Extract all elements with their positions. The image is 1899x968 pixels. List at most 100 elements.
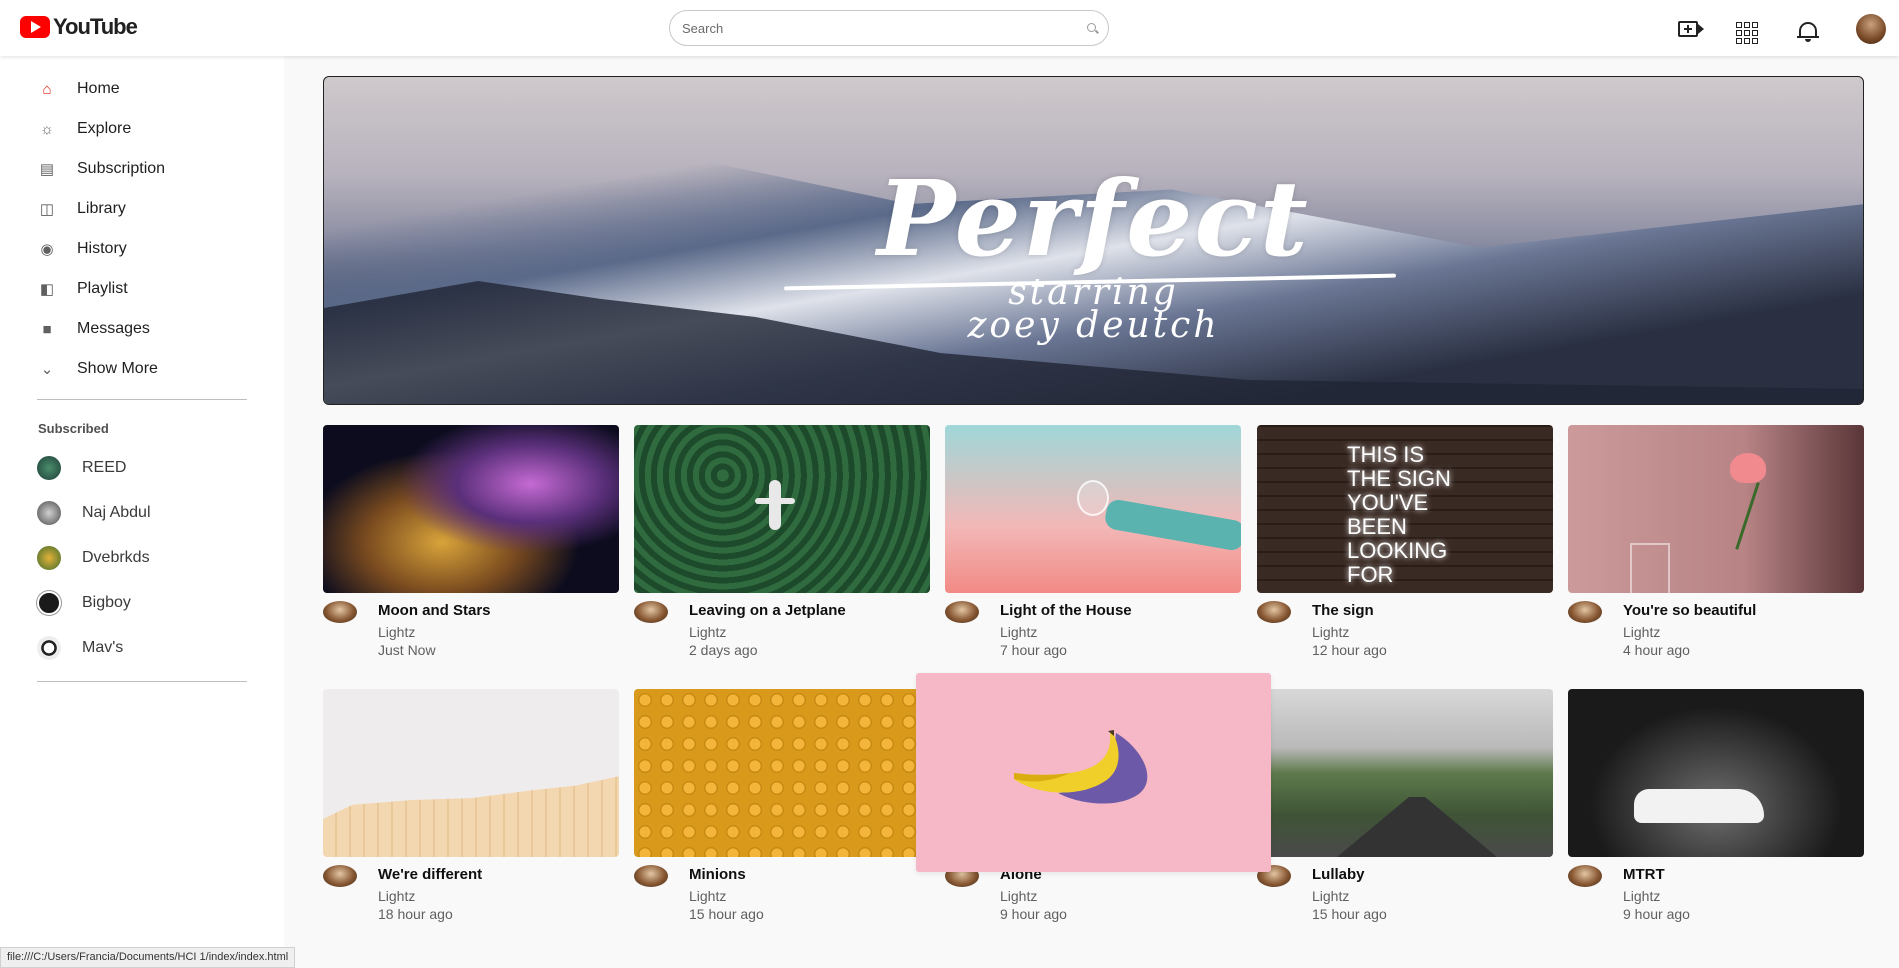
sidebar-item-label: Subscription bbox=[77, 160, 166, 177]
upload-time: 7 hour ago bbox=[1000, 642, 1067, 658]
sidebar-item-label: Home bbox=[77, 80, 120, 97]
account-avatar[interactable] bbox=[1856, 14, 1886, 44]
sidebar-divider bbox=[37, 399, 247, 400]
video-thumbnail[interactable] bbox=[634, 425, 930, 593]
channel-name[interactable]: Lightz bbox=[1623, 624, 1660, 640]
video-card[interactable]: Minions Lightz 15 hour ago bbox=[634, 689, 930, 927]
video-title[interactable]: You're so beautiful bbox=[1623, 602, 1756, 619]
sidebar-item-label: Library bbox=[77, 200, 126, 217]
video-title[interactable]: Lullaby bbox=[1312, 866, 1365, 883]
video-thumbnail[interactable] bbox=[323, 425, 619, 593]
video-card[interactable]: MTRT Lightz 9 hour ago bbox=[1568, 689, 1864, 927]
video-title[interactable]: The sign bbox=[1312, 602, 1374, 619]
playlist-icon: ◧ bbox=[39, 281, 55, 298]
upload-time: 9 hour ago bbox=[1000, 906, 1067, 922]
video-card[interactable]: We're different Lightz 18 hour ago bbox=[323, 689, 619, 927]
banana-graphic bbox=[1014, 730, 1148, 804]
car-graphic bbox=[1634, 789, 1764, 823]
channel-avatar[interactable] bbox=[945, 601, 979, 623]
video-title[interactable]: We're different bbox=[378, 866, 482, 883]
video-card[interactable]: THIS IS THE SIGN YOU'VE BEEN LOOKING FOR… bbox=[1257, 425, 1553, 663]
bell-icon[interactable] bbox=[1797, 19, 1819, 43]
sidebar-item-label: Messages bbox=[77, 320, 150, 337]
messages-icon: ■ bbox=[42, 320, 52, 338]
subscription-item-mavs[interactable]: Mav's bbox=[0, 628, 284, 668]
channel-avatar[interactable] bbox=[1568, 601, 1602, 623]
sidebar-item-history[interactable]: ◉ History bbox=[0, 229, 284, 269]
browser-status-bar: file:///C:/Users/Francia/Documents/HCI 1… bbox=[0, 947, 296, 968]
channel-name[interactable]: Lightz bbox=[1312, 888, 1349, 904]
sidebar-item-label: Playlist bbox=[77, 280, 128, 297]
video-thumbnail[interactable]: THIS IS THE SIGN YOU'VE BEEN LOOKING FOR bbox=[1257, 425, 1553, 593]
subscription-name: Bigboy bbox=[82, 594, 131, 611]
top-header: YouTube bbox=[0, 0, 1899, 56]
channel-name[interactable]: Lightz bbox=[1000, 888, 1037, 904]
video-card[interactable]: Leaving on a Jetplane Lightz 2 days ago bbox=[634, 425, 930, 663]
channel-avatar bbox=[37, 456, 61, 480]
subscribed-heading: Subscribed bbox=[38, 421, 109, 436]
library-icon: ◫ bbox=[39, 201, 55, 218]
video-thumbnail[interactable] bbox=[945, 425, 1241, 593]
channel-avatar bbox=[37, 546, 61, 570]
video-title[interactable]: Moon and Stars bbox=[378, 602, 491, 619]
subscription-item-bigboy[interactable]: Bigboy bbox=[0, 583, 284, 623]
subscription-name: Naj Abdul bbox=[82, 504, 151, 521]
chevron-down-icon: ⌄ bbox=[40, 361, 54, 378]
channel-name[interactable]: Lightz bbox=[1312, 624, 1349, 640]
banner-title: Perfect bbox=[877, 157, 1310, 280]
video-thumbnail[interactable] bbox=[323, 689, 619, 857]
channel-avatar[interactable] bbox=[634, 865, 668, 887]
featured-banner[interactable]: Perfect starring zoey deutch bbox=[323, 76, 1864, 405]
channel-name[interactable]: Lightz bbox=[689, 888, 726, 904]
video-thumbnail[interactable] bbox=[1568, 425, 1864, 593]
subscription-item-naj-abdul[interactable]: Naj Abdul bbox=[0, 493, 284, 533]
video-title[interactable]: Light of the House bbox=[1000, 602, 1132, 619]
channel-avatar[interactable] bbox=[1257, 601, 1291, 623]
sidebar-divider bbox=[37, 681, 247, 682]
sidebar-item-show-more[interactable]: ⌄ Show More bbox=[0, 349, 284, 389]
pencils-graphic bbox=[323, 776, 619, 857]
subscription-item-dvebrkds[interactable]: Dvebrkds bbox=[0, 538, 284, 578]
video-card[interactable]: Light of the House Lightz 7 hour ago bbox=[945, 425, 1241, 663]
sidebar-item-subscription[interactable]: ▤ Subscription bbox=[0, 149, 284, 189]
video-card[interactable]: Moon and Stars Lightz Just Now bbox=[323, 425, 619, 663]
upload-time: 9 hour ago bbox=[1623, 906, 1690, 922]
video-card[interactable]: You're so beautiful Lightz 4 hour ago bbox=[1568, 425, 1864, 663]
hover-preview[interactable] bbox=[916, 673, 1271, 872]
search-input[interactable] bbox=[682, 11, 1072, 45]
home-icon: ⌂ bbox=[42, 80, 52, 98]
channel-name[interactable]: Lightz bbox=[1623, 888, 1660, 904]
apps-icon[interactable] bbox=[1736, 22, 1758, 44]
video-thumbnail[interactable] bbox=[1568, 689, 1864, 857]
channel-avatar bbox=[37, 501, 61, 525]
video-create-icon[interactable] bbox=[1676, 16, 1706, 42]
sidebar-item-library[interactable]: ◫ Library bbox=[0, 189, 284, 229]
youtube-logo[interactable]: YouTube bbox=[20, 14, 138, 40]
sidebar-item-explore[interactable]: ☼ Explore bbox=[0, 109, 284, 149]
channel-name[interactable]: Lightz bbox=[689, 624, 726, 640]
channel-avatar[interactable] bbox=[323, 601, 357, 623]
subscription-icon: ▤ bbox=[39, 161, 55, 178]
sidebar-item-playlist[interactable]: ◧ Playlist bbox=[0, 269, 284, 309]
channel-avatar[interactable] bbox=[323, 865, 357, 887]
logo-text: YouTube bbox=[53, 14, 138, 39]
upload-time: Just Now bbox=[378, 642, 436, 658]
video-title[interactable]: MTRT bbox=[1623, 866, 1665, 883]
video-thumbnail[interactable] bbox=[1257, 689, 1553, 857]
video-card[interactable]: Lullaby Lightz 15 hour ago bbox=[1257, 689, 1553, 927]
sidebar-item-messages[interactable]: ■ Messages bbox=[0, 309, 284, 349]
channel-name[interactable]: Lightz bbox=[378, 624, 415, 640]
channel-name[interactable]: Lightz bbox=[378, 888, 415, 904]
sidebar-item-label: History bbox=[77, 240, 127, 257]
video-title[interactable]: Minions bbox=[689, 866, 746, 883]
channel-avatar bbox=[37, 591, 61, 615]
channel-name[interactable]: Lightz bbox=[1000, 624, 1037, 640]
search-icon[interactable] bbox=[1087, 23, 1096, 32]
channel-avatar[interactable] bbox=[1568, 865, 1602, 887]
video-thumbnail[interactable] bbox=[634, 689, 930, 857]
video-title[interactable]: Leaving on a Jetplane bbox=[689, 602, 846, 619]
subscription-item-reed[interactable]: REED bbox=[0, 448, 284, 488]
upload-time: 15 hour ago bbox=[689, 906, 764, 922]
channel-avatar[interactable] bbox=[634, 601, 668, 623]
sidebar-item-home[interactable]: ⌂ Home bbox=[0, 69, 284, 109]
